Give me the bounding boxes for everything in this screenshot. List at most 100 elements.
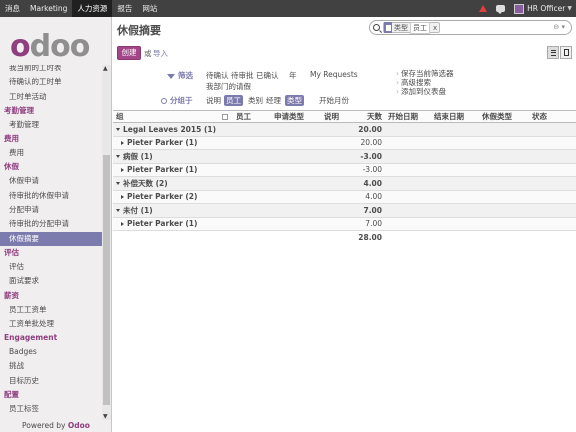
sidebar-item[interactable]: 工资单批处理: [0, 317, 102, 331]
caret-down-icon[interactable]: [116, 155, 120, 159]
scroll-down-icon[interactable]: ▼: [103, 413, 108, 420]
create-button[interactable]: 创建: [117, 46, 141, 60]
filter-option[interactable]: 我部门的请假: [206, 81, 251, 92]
top-menu-item[interactable]: 网站: [137, 0, 162, 17]
group-option-selected[interactable]: 类型: [285, 95, 304, 106]
scroll-thumb[interactable]: [103, 155, 110, 405]
form-view-button[interactable]: [560, 46, 572, 59]
filter-option[interactable]: My Requests: [310, 70, 358, 79]
scroll-up-icon[interactable]: ▲: [103, 65, 108, 72]
group-row[interactable]: Legal Leaves 2015 (1) 20.00: [113, 122, 576, 137]
filter-heading: 筛选: [167, 70, 193, 81]
filter-option[interactable]: 待确认: [206, 70, 229, 81]
sidebar-item[interactable]: 工时单活动: [0, 90, 102, 104]
group-row[interactable]: 未付 (1) 7.00: [113, 203, 576, 218]
group-name-cell: 病假 (1): [113, 149, 353, 164]
column-header-employee[interactable]: 员工: [233, 110, 271, 123]
sidebar-item[interactable]: 挑战: [0, 359, 102, 373]
facet-value: 员工: [410, 21, 430, 34]
empty-cell: [529, 231, 576, 245]
filter-option[interactable]: 年: [289, 70, 297, 81]
top-menu-item[interactable]: 人力资源: [72, 0, 113, 17]
top-menu-item[interactable]: 消息: [0, 0, 25, 17]
filter-option[interactable]: 待审批: [231, 70, 254, 81]
sidebar-item[interactable]: 待确认的工时单: [0, 75, 102, 89]
sidebar-item[interactable]: 面试要求: [0, 274, 102, 288]
search-icon[interactable]: [373, 24, 380, 31]
column-header-start-date[interactable]: 开始日期: [385, 110, 431, 123]
group-name-cell: Pieter Parker (2): [113, 190, 353, 204]
group-option[interactable]: 开始月份: [319, 95, 349, 106]
odoo-logo[interactable]: odoo: [10, 29, 90, 64]
subgroup-row[interactable]: Pieter Parker (1) 7.00: [113, 217, 576, 231]
sidebar-item[interactable]: 分配申请: [0, 203, 102, 217]
sidebar-scrollbar[interactable]: ▲ ▼: [102, 65, 111, 420]
caret-down-icon[interactable]: [116, 209, 120, 213]
sidebar-item[interactable]: 待审批的休假申请: [0, 189, 102, 203]
caret-right-icon[interactable]: [121, 195, 124, 200]
group-option[interactable]: 经理: [266, 95, 281, 106]
group-row[interactable]: 补偿天数 (2) 4.00: [113, 176, 576, 191]
chat-icon[interactable]: [496, 5, 506, 14]
sidebar-item[interactable]: 评估: [0, 260, 102, 274]
empty-cell: [385, 190, 431, 204]
column-header-description[interactable]: 说明: [321, 110, 353, 123]
caret-right-icon[interactable]: [121, 168, 124, 173]
user-caret-icon[interactable]: ▼: [567, 5, 572, 12]
main-content: 休假摘要 类型 员工 x ⊖ ▾ 创建 或 导入 筛选 待确认 待审批 已确认 …: [113, 17, 576, 432]
search-dropdown-icon[interactable]: ⊖ ▾: [553, 23, 565, 31]
sidebar-item[interactable]: 待审批的分配申请: [0, 217, 102, 231]
group-option-selected[interactable]: 员工: [224, 95, 243, 106]
filter-option[interactable]: 已确认: [256, 70, 279, 81]
search-facet[interactable]: 类型 员工 x: [383, 21, 441, 34]
column-header-end-date[interactable]: 结束日期: [431, 110, 479, 123]
group-option[interactable]: 类别: [248, 95, 263, 106]
caret-down-icon[interactable]: [116, 128, 120, 132]
sidebar-item[interactable]: 员工工资单: [0, 303, 102, 317]
caret-right-icon[interactable]: [121, 222, 124, 227]
search-input[interactable]: 类型 员工 x ⊖ ▾: [369, 20, 572, 35]
facet-remove-button[interactable]: x: [431, 24, 439, 32]
column-header-days[interactable]: 天数: [353, 110, 385, 123]
sidebar-item[interactable]: 目标历史: [0, 374, 102, 388]
empty-cell: [529, 136, 576, 150]
user-menu[interactable]: HR Officer: [527, 4, 565, 13]
search-filters-panel: 筛选 待确认 待审批 已确认 年 My Requests 我部门的请假 分组于 …: [113, 64, 576, 112]
caret-right-icon[interactable]: [121, 141, 124, 146]
group-name-cell: 补偿天数 (2): [113, 176, 353, 191]
top-right: HR Officer ▼: [479, 0, 576, 17]
column-header-request-type[interactable]: 申请类型: [271, 110, 321, 123]
import-link[interactable]: 导入: [153, 48, 168, 59]
group-option[interactable]: 说明: [206, 95, 221, 106]
sidebar-item[interactable]: 费用: [0, 146, 102, 160]
subgroup-row[interactable]: Pieter Parker (2) 4.00: [113, 190, 576, 204]
subgroup-row[interactable]: Pieter Parker (1) -3.00: [113, 163, 576, 177]
sidebar-item[interactable]: 休假申请: [0, 174, 102, 188]
caret-down-icon[interactable]: [116, 182, 120, 186]
group-row[interactable]: 病假 (1) -3.00: [113, 149, 576, 164]
sidebar-item[interactable]: 我当前的工时表: [0, 65, 102, 75]
empty-cell: [529, 203, 576, 218]
group-name-cell: Pieter Parker (1): [113, 136, 353, 150]
column-header-leave-type[interactable]: 休假类型: [479, 110, 529, 123]
total-days: 28.00: [358, 233, 382, 242]
sidebar-item[interactable]: 员工标签: [0, 402, 102, 416]
add-to-dashboard-link[interactable]: › 添加到仪表盘: [396, 86, 446, 97]
sidebar-item[interactable]: 考勤管理: [0, 118, 102, 132]
list-view-button[interactable]: [547, 46, 559, 59]
top-menu-item[interactable]: 报告: [112, 0, 137, 17]
or-text: 或: [144, 49, 152, 58]
column-header-group[interactable]: 组: [113, 110, 219, 123]
top-menu-item[interactable]: Marketing: [25, 0, 72, 17]
sidebar-menu: 我当前的工时表 待确认的工时单 工时单活动 考勤管理 考勤管理 费用 费用 休假 休假申请 待审批…: [0, 65, 102, 416]
sidebar-item[interactable]: 休假摘要: [0, 231, 102, 246]
select-all-checkbox[interactable]: [219, 110, 233, 123]
powered-by-link[interactable]: Odoo: [68, 421, 90, 430]
subgroup-row[interactable]: Pieter Parker (1) 20.00: [113, 136, 576, 150]
group-label: Legal Leaves 2015 (1): [123, 124, 217, 134]
alert-icon[interactable]: [479, 5, 488, 12]
category-icon: [384, 22, 392, 33]
column-header-state[interactable]: 状态: [529, 110, 576, 123]
sidebar-item[interactable]: Badges: [0, 345, 102, 359]
avatar[interactable]: [514, 3, 525, 14]
